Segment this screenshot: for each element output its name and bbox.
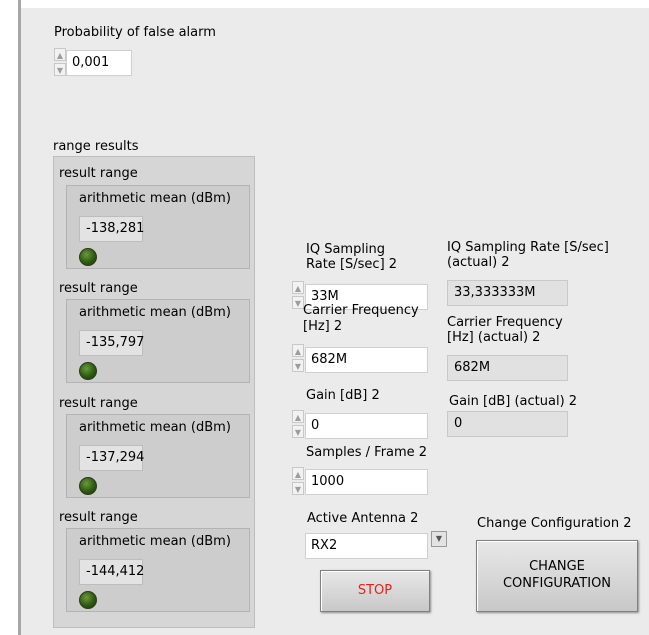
decrement-arrow-icon[interactable]: ▼ [292,359,304,372]
status-led-icon [79,477,97,495]
status-led-icon [79,248,97,266]
change-config-label: Change Configuration 2 [477,516,632,531]
gain-actual-label: Gain [dB] (actual) 2 [449,394,578,409]
status-led-icon [79,591,97,609]
cluster-title: result range [59,281,138,296]
range-results-label: range results [53,139,139,154]
stop-button[interactable]: STOP [320,570,430,612]
mean-label: arithmetic mean (dBm) [79,534,231,549]
mean-label: arithmetic mean (dBm) [79,305,231,320]
samples-input[interactable]: 1000 [305,469,428,495]
cluster-title: result range [59,396,138,411]
increment-arrow-icon[interactable]: ▲ [54,48,66,61]
gain-actual-value: 0 [447,411,568,437]
antenna-label: Active Antenna 2 [307,511,419,526]
false-alarm-label: Probability of false alarm [54,25,216,40]
antenna-select[interactable]: RX2 [305,533,428,559]
carrier-input[interactable]: 682M [305,347,428,373]
samples-spinner[interactable]: ▲ ▼ [292,467,304,495]
carrier-label: Carrier Frequency [Hz] 2 [303,303,419,334]
cluster-title: result range [59,510,138,525]
mean-label: arithmetic mean (dBm) [79,420,231,435]
mean-value: -135,797 [79,330,144,356]
increment-arrow-icon[interactable]: ▲ [292,467,304,480]
decrement-arrow-icon[interactable]: ▼ [54,63,66,76]
carrier-actual-label: Carrier Frequency [Hz] (actual) 2 [447,315,563,345]
decrement-arrow-icon[interactable]: ▼ [292,425,304,438]
panel-edge [18,0,21,635]
iq-rate-label: IQ Sampling Rate [S/sec] 2 [306,242,398,272]
increment-arrow-icon[interactable]: ▲ [292,344,304,357]
mean-value: -138,281 [79,216,144,242]
carrier-actual-value: 682M [447,355,568,381]
mean-cluster: arithmetic mean (dBm) -137,294 [66,414,250,498]
dropdown-arrow-icon[interactable]: ▼ [431,531,447,547]
false-alarm-spinner[interactable]: ▲ ▼ [54,48,66,76]
mean-value: -144,412 [79,559,144,585]
mean-cluster: arithmetic mean (dBm) -144,412 [66,528,250,612]
mean-value: -137,294 [79,445,144,471]
mean-cluster: arithmetic mean (dBm) -135,797 [66,299,250,383]
iq-rate-actual-value: 33,333333M [447,280,568,306]
gain-input[interactable]: 0 [305,413,428,439]
change-config-button-line2: CONFIGURATION [502,576,612,591]
increment-arrow-icon[interactable]: ▲ [292,281,304,294]
change-config-button-line1: CHANGE [529,559,585,574]
increment-arrow-icon[interactable]: ▲ [292,410,304,423]
samples-label: Samples / Frame 2 [306,445,428,460]
carrier-spinner[interactable]: ▲ ▼ [292,344,304,372]
gain-label: Gain [dB] 2 [306,388,380,403]
iq-rate-actual-label: IQ Sampling Rate [S/sec] (actual) 2 [447,240,609,270]
false-alarm-input[interactable]: 0,001 [66,50,132,76]
cluster-title: result range [59,166,138,181]
change-configuration-button[interactable]: CHANGE CONFIGURATION [476,540,638,612]
mean-label: arithmetic mean (dBm) [79,191,231,206]
decrement-arrow-icon[interactable]: ▼ [292,482,304,495]
gain-spinner[interactable]: ▲ ▼ [292,410,304,438]
status-led-icon [79,362,97,380]
mean-cluster: arithmetic mean (dBm) -138,281 [66,185,250,269]
